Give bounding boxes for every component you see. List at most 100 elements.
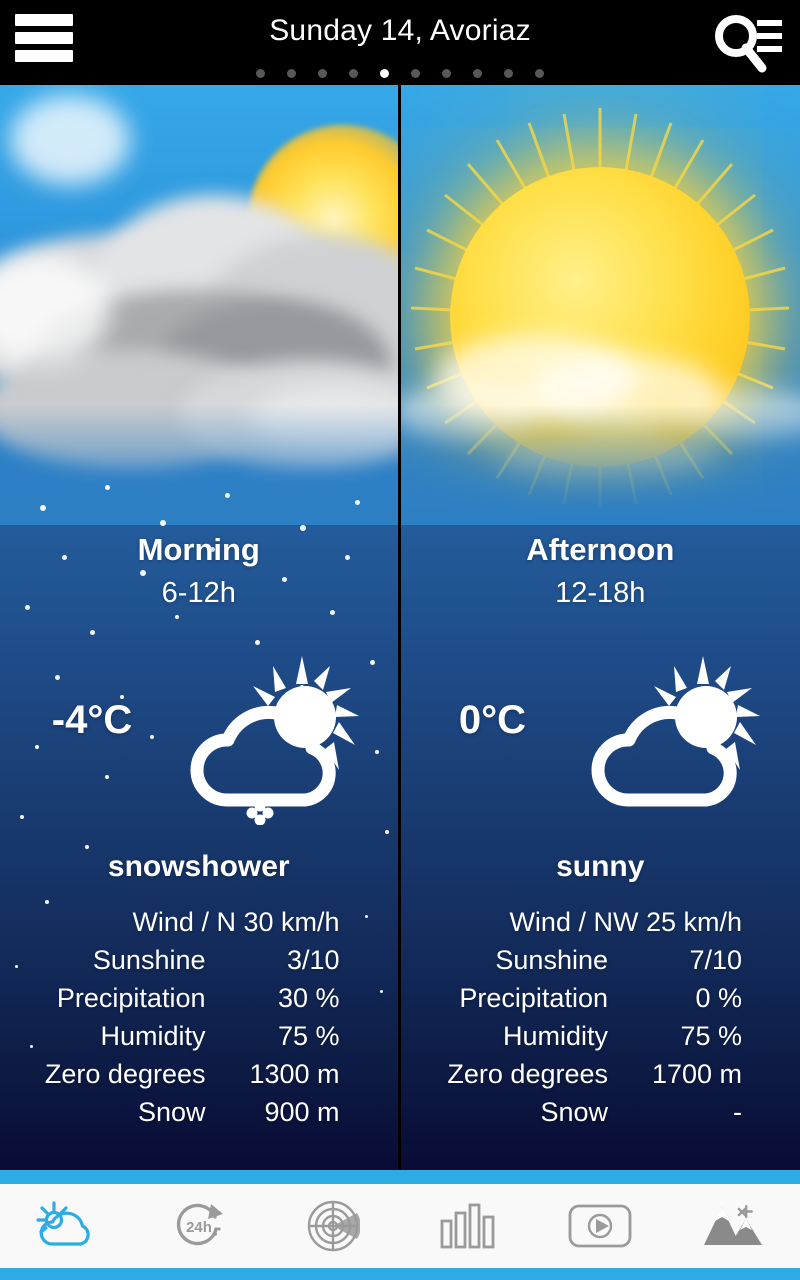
row-value: 0 % [695, 983, 742, 1013]
table-row: Snow 900 m [0, 1097, 340, 1135]
row-label: Humidity [100, 1021, 206, 1051]
nav-item-hourly[interactable]: 24h [133, 1184, 266, 1268]
hamburger-menu-icon[interactable] [15, 14, 73, 62]
row-value: 1300 m [249, 1059, 340, 1089]
snowflake [300, 525, 306, 531]
page-indicator[interactable] [0, 64, 800, 82]
page-dot[interactable] [318, 68, 327, 78]
page-dot[interactable] [256, 68, 265, 78]
bright-sun-photo [400, 85, 800, 525]
radar-icon [308, 1200, 361, 1252]
table-row: Sunshine 3/10 [0, 945, 340, 983]
row-label: Zero degrees [44, 1059, 206, 1089]
page-title: Sunday 14, Avoriaz [269, 14, 531, 47]
page-dot[interactable] [535, 68, 544, 78]
temperature-value: 0°C [458, 698, 527, 742]
table-row: Humidity 75 % [401, 1021, 742, 1059]
row-value: 900 m [264, 1097, 340, 1127]
period-label: Morning [137, 532, 260, 567]
table-row: Wind / NW 25 km/h [401, 907, 742, 945]
row-label: Precipitation [56, 983, 206, 1013]
snowflake [160, 520, 166, 526]
temperature-row: -4°C [0, 640, 398, 830]
cloud-wisp [530, 355, 721, 430]
row-label: Sunshine [92, 945, 206, 975]
page-dot[interactable] [411, 68, 420, 78]
row-label: Humidity [502, 1021, 608, 1051]
row-label: Snow [540, 1097, 608, 1127]
row-value: 75 % [277, 1021, 340, 1051]
hamburger-bar [15, 32, 73, 44]
row-value: 3/10 [286, 945, 340, 975]
snowflake [40, 505, 46, 511]
row-value: 1700 m [651, 1059, 742, 1089]
conditions-table: Wind / NW 25 km/h Sunshine 7/10 Precipit… [401, 907, 800, 1135]
snowflake [385, 830, 389, 834]
page-dot[interactable] [442, 68, 451, 78]
nav-item-video[interactable] [533, 1184, 666, 1268]
row-label: Snow [137, 1097, 206, 1127]
snowflake [225, 493, 230, 498]
period-hours: 12-18h [555, 577, 646, 609]
snowflake [175, 615, 179, 619]
conditions-table: Wind / N 30 km/h Sunshine 3/10 Precipita… [0, 907, 398, 1135]
sun-disc [450, 167, 751, 467]
forecast-panel-afternoon[interactable]: Afternoon 12-18h 0°C sunny Wind / NW 25 … [400, 85, 800, 1170]
table-row: Precipitation 0 % [401, 983, 742, 1021]
page-dot[interactable] [504, 68, 513, 78]
video-play-icon [568, 1204, 632, 1248]
table-row: Snow - [401, 1097, 742, 1135]
nav-item-mountains[interactable] [667, 1184, 800, 1268]
snow-mountains-icon [704, 1205, 763, 1245]
table-row: Humidity 75 % [0, 1021, 340, 1059]
cloud-wisp [495, 435, 716, 480]
cloud-wisp [10, 95, 130, 185]
snowflake [105, 485, 110, 490]
table-row: Wind / N 30 km/h [0, 907, 340, 945]
temperature-row: 0°C [401, 640, 800, 830]
bar-chart-icon [440, 1203, 495, 1249]
snow-cloud-photo [0, 85, 398, 525]
snowflake [90, 630, 95, 635]
accent-bar-top [0, 1170, 800, 1184]
period-hours: 6-12h [161, 577, 236, 609]
snowflake [330, 610, 335, 615]
bottom-navigation: 24h [0, 1184, 800, 1268]
accent-bar-bottom [0, 1268, 800, 1280]
row-label: Wind / NW 25 km/h [509, 907, 742, 937]
cloud-wisp [250, 385, 398, 455]
row-value: 7/10 [689, 945, 742, 975]
page-dot-active[interactable] [380, 68, 389, 78]
nav-item-stats[interactable] [400, 1184, 533, 1268]
snowflake [45, 900, 49, 904]
table-row: Precipitation 30 % [0, 983, 340, 1021]
page-dot[interactable] [473, 68, 482, 78]
page-dot[interactable] [349, 68, 358, 78]
snowflake [85, 845, 89, 849]
forecast-panel-morning[interactable]: Morning 6-12h -4°C snowshower Wind / N 3… [0, 85, 401, 1170]
row-value: - [733, 1097, 742, 1127]
nav-item-radar[interactable] [267, 1184, 400, 1268]
nav-item-forecast[interactable] [0, 1184, 133, 1268]
row-label: Wind / N 30 km/h [132, 907, 340, 937]
row-label: Sunshine [495, 945, 608, 975]
page-dot[interactable] [287, 68, 296, 78]
weather-app-screen: Sunday 14, Avoriaz Morning 6-12h -4°C sn… [0, 0, 800, 1280]
sun-behind-cloud-icon [566, 650, 766, 825]
temperature-value: -4°C [51, 698, 133, 742]
snowflake [355, 500, 360, 505]
row-value: 75 % [680, 1021, 742, 1051]
table-row: Sunshine 7/10 [401, 945, 742, 983]
row-value: 30 % [277, 983, 340, 1013]
sun-cloud-icon [36, 1201, 90, 1246]
condition-label: snowshower [107, 850, 290, 883]
hamburger-bar [15, 50, 73, 62]
hamburger-bar [15, 14, 73, 26]
row-label: Precipitation [459, 983, 608, 1013]
period-label: Afternoon [526, 532, 675, 567]
condition-label: sunny [556, 850, 645, 883]
24h-refresh-icon: 24h [176, 1203, 223, 1246]
table-row: Zero degrees 1700 m [401, 1059, 742, 1097]
snowflake [140, 570, 146, 576]
cloud-wisp [400, 385, 541, 440]
